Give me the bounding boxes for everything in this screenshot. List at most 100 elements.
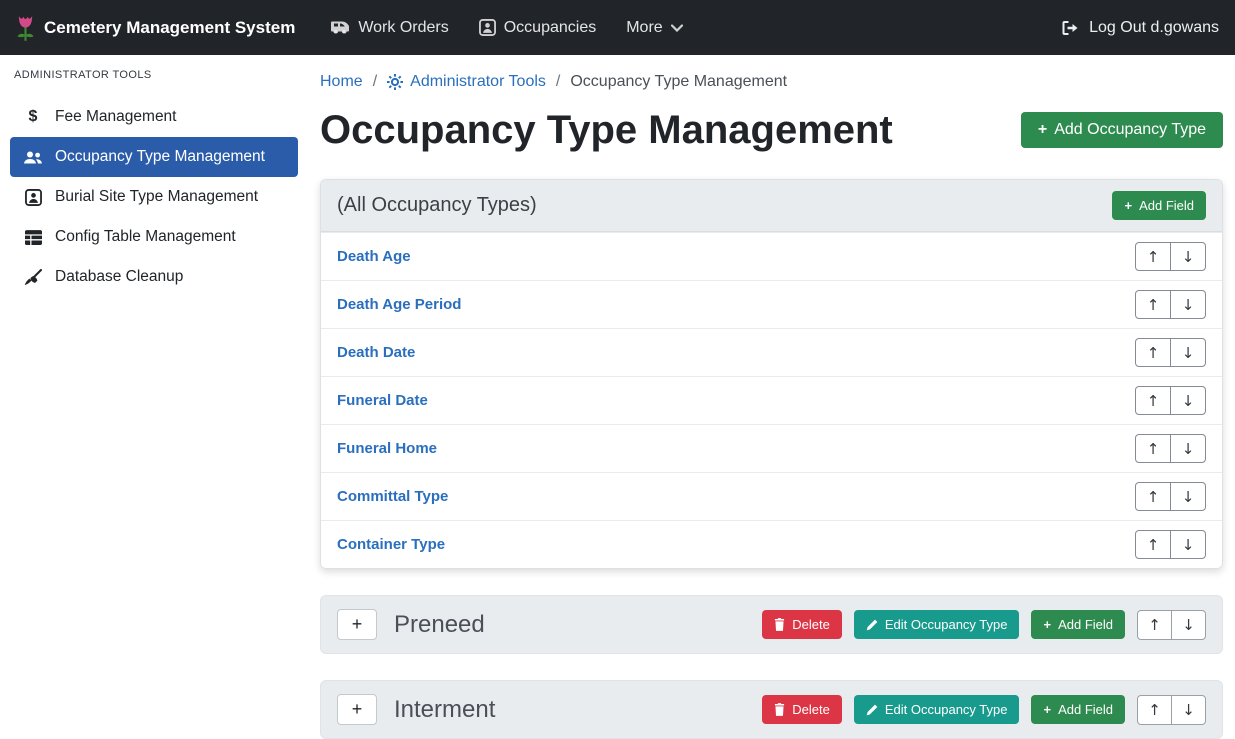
breadcrumb-admin-tools-label: Administrator Tools xyxy=(410,73,546,91)
app-title: Cemetery Management System xyxy=(44,18,295,38)
dollar-icon: $ xyxy=(23,108,43,126)
move-up-button[interactable]: ↑ xyxy=(1135,530,1171,559)
delete-button[interactable]: Delete xyxy=(762,610,842,639)
move-down-button[interactable]: ↓ xyxy=(1170,290,1206,319)
sidebar-item-occupancy-type-management[interactable]: Occupancy Type Management xyxy=(10,137,298,177)
field-row: Funeral Home ↑ ↓ xyxy=(321,424,1222,472)
move-up-button[interactable]: ↑ xyxy=(1137,610,1172,640)
add-field-button[interactable]: + Add Field xyxy=(1031,695,1125,724)
field-link[interactable]: Death Date xyxy=(337,344,415,361)
field-row: Funeral Date ↑ ↓ xyxy=(321,376,1222,424)
trash-icon xyxy=(774,703,785,716)
move-up-button[interactable]: ↑ xyxy=(1135,242,1171,271)
move-down-button[interactable]: ↓ xyxy=(1170,434,1206,463)
delete-label: Delete xyxy=(792,702,830,717)
app-brand[interactable]: Cemetery Management System xyxy=(16,13,295,42)
move-up-button[interactable]: ↑ xyxy=(1135,482,1171,511)
move-down-button[interactable]: ↓ xyxy=(1170,482,1206,511)
move-down-button[interactable]: ↓ xyxy=(1171,610,1206,640)
move-down-button[interactable]: ↓ xyxy=(1170,386,1206,415)
sidebar-item-label: Burial Site Type Management xyxy=(55,188,258,206)
sidebar: ADMINISTRATOR TOOLS $ Fee Management Occ… xyxy=(0,55,308,738)
field-row: Container Type ↑ ↓ xyxy=(321,520,1222,568)
top-navbar: Cemetery Management System Work Orders O… xyxy=(0,0,1235,55)
page-title: Occupancy Type Management xyxy=(320,107,893,153)
move-up-button[interactable]: ↑ xyxy=(1135,290,1171,319)
reorder-controls: ↑ ↓ xyxy=(1135,434,1206,463)
add-field-label: Add Field xyxy=(1058,702,1113,717)
section-actions: Delete Edit Occupancy Type + Add Field ↑… xyxy=(762,695,1206,725)
sidebar-item-database-cleanup[interactable]: Database Cleanup xyxy=(10,257,298,297)
nav-occupancies-label: Occupancies xyxy=(504,19,597,37)
table-icon xyxy=(23,230,43,245)
breadcrumb-home[interactable]: Home xyxy=(320,73,363,91)
sidebar-item-label: Database Cleanup xyxy=(55,268,183,286)
add-field-label: Add Field xyxy=(1058,617,1113,632)
plus-icon: + xyxy=(1038,121,1047,139)
field-link[interactable]: Death Age xyxy=(337,248,411,265)
add-field-label: Add Field xyxy=(1139,198,1194,213)
move-up-button[interactable]: ↑ xyxy=(1135,386,1171,415)
all-occupancy-types-card: (All Occupancy Types) + Add Field Death … xyxy=(320,179,1223,569)
sidebar-item-fee-management[interactable]: $ Fee Management xyxy=(10,97,298,137)
sidebar-item-burial-site-type-management[interactable]: Burial Site Type Management xyxy=(10,177,298,217)
sidebar-item-label: Config Table Management xyxy=(55,228,236,246)
field-row: Death Age Period ↑ ↓ xyxy=(321,280,1222,328)
nav-work-orders[interactable]: Work Orders xyxy=(315,0,463,55)
reorder-controls: ↑ ↓ xyxy=(1135,482,1206,511)
truck-icon xyxy=(330,20,350,35)
breadcrumb-current: Occupancy Type Management xyxy=(570,73,787,91)
section-interment: + Interment Delete Edit Occupancy Type + xyxy=(320,680,1223,739)
add-occupancy-type-button[interactable]: + Add Occupancy Type xyxy=(1021,112,1223,148)
portrait-icon xyxy=(23,189,43,206)
field-row: Death Date ↑ ↓ xyxy=(321,328,1222,376)
logout-button[interactable]: Log Out d.gowans xyxy=(1061,19,1219,37)
delete-label: Delete xyxy=(792,617,830,632)
reorder-controls: ↑ ↓ xyxy=(1137,610,1206,640)
field-link[interactable]: Funeral Date xyxy=(337,392,428,409)
move-down-button[interactable]: ↓ xyxy=(1170,338,1206,367)
breadcrumb-admin-tools[interactable]: Administrator Tools xyxy=(387,73,546,91)
portrait-icon xyxy=(479,19,496,36)
field-link[interactable]: Committal Type xyxy=(337,488,448,505)
add-field-button[interactable]: + Add Field xyxy=(1112,191,1206,220)
sidebar-item-config-table-management[interactable]: Config Table Management xyxy=(10,217,298,257)
section-name: Interment xyxy=(394,696,495,724)
field-row: Death Age ↑ ↓ xyxy=(321,232,1222,280)
logout-icon xyxy=(1061,20,1080,36)
reorder-controls: ↑ ↓ xyxy=(1135,530,1206,559)
section-actions: Delete Edit Occupancy Type + Add Field ↑… xyxy=(762,610,1206,640)
nav-occupancies[interactable]: Occupancies xyxy=(464,0,612,55)
move-down-button[interactable]: ↓ xyxy=(1170,530,1206,559)
add-field-button[interactable]: + Add Field xyxy=(1031,610,1125,639)
edit-occupancy-type-label: Edit Occupancy Type xyxy=(885,617,1008,632)
field-row: Committal Type ↑ ↓ xyxy=(321,472,1222,520)
reorder-controls: ↑ ↓ xyxy=(1135,290,1206,319)
reorder-controls: ↑ ↓ xyxy=(1135,386,1206,415)
move-up-button[interactable]: ↑ xyxy=(1135,434,1171,463)
tulip-logo-icon xyxy=(16,13,35,42)
edit-occupancy-type-button[interactable]: Edit Occupancy Type xyxy=(854,695,1020,724)
field-link[interactable]: Container Type xyxy=(337,536,445,553)
move-down-button[interactable]: ↓ xyxy=(1171,695,1206,725)
section-preneed: + Preneed Delete Edit Occupancy Type + xyxy=(320,595,1223,654)
logout-label: Log Out d.gowans xyxy=(1089,19,1219,37)
move-down-button[interactable]: ↓ xyxy=(1170,242,1206,271)
nav-more[interactable]: More xyxy=(611,0,697,55)
expand-section-button[interactable]: + xyxy=(337,694,377,725)
broom-icon xyxy=(23,269,43,286)
field-link[interactable]: Death Age Period xyxy=(337,296,461,313)
card-header: (All Occupancy Types) + Add Field xyxy=(321,180,1222,232)
nav-more-label: More xyxy=(626,19,662,37)
move-up-button[interactable]: ↑ xyxy=(1135,338,1171,367)
plus-icon: + xyxy=(1124,198,1132,213)
delete-button[interactable]: Delete xyxy=(762,695,842,724)
main-content: Home / Administrator Tools / Occupancy T… xyxy=(308,55,1235,738)
move-up-button[interactable]: ↑ xyxy=(1137,695,1172,725)
plus-icon: + xyxy=(1043,702,1051,717)
reorder-controls: ↑ ↓ xyxy=(1137,695,1206,725)
expand-section-button[interactable]: + xyxy=(337,609,377,640)
edit-occupancy-type-button[interactable]: Edit Occupancy Type xyxy=(854,610,1020,639)
add-occupancy-type-label: Add Occupancy Type xyxy=(1054,121,1206,139)
field-link[interactable]: Funeral Home xyxy=(337,440,437,457)
